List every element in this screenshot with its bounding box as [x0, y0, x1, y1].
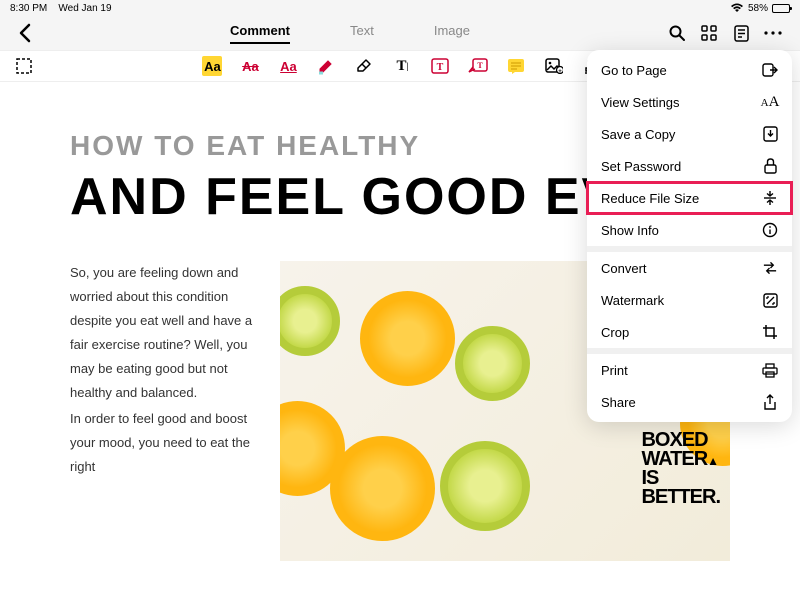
nav-tabs: Comment Text Image	[32, 23, 668, 44]
search-icon[interactable]	[668, 24, 686, 42]
tab-image[interactable]: Image	[434, 23, 470, 44]
convert-icon	[762, 260, 778, 276]
menu-item-label: Show Info	[601, 223, 659, 238]
menu-item-label: Watermark	[601, 293, 664, 308]
menu-item-crop[interactable]: Crop	[587, 316, 792, 348]
doc-para2: In order to feel good and boost your moo…	[70, 407, 260, 479]
nav-actions	[668, 24, 782, 42]
reduce-icon	[762, 190, 778, 206]
textbox-icon[interactable]: T	[430, 56, 450, 76]
underline-icon[interactable]: Aa	[278, 56, 298, 76]
text-icon[interactable]: T|	[392, 56, 412, 76]
menu-item-show-info[interactable]: Show Info	[587, 214, 792, 246]
strikethrough-icon[interactable]: Aa	[240, 56, 260, 76]
menu-item-set-password[interactable]: Set Password	[587, 150, 792, 182]
svg-text:+: +	[559, 69, 563, 74]
more-menu: Go to Page View Settings AA Save a Copy Set …	[587, 50, 792, 422]
status-bar: 8:30 PM Wed Jan 19 58%	[0, 0, 800, 16]
menu-item-label: View Settings	[601, 95, 680, 110]
menu-item-label: Convert	[601, 261, 647, 276]
menu-item-label: Share	[601, 395, 636, 410]
wifi-icon	[730, 3, 744, 13]
print-icon	[762, 362, 778, 378]
menu-item-share[interactable]: Share	[587, 386, 792, 418]
info-icon	[762, 222, 778, 238]
status-left: 8:30 PM Wed Jan 19	[10, 3, 112, 14]
svg-text:T: T	[478, 61, 484, 70]
menu-item-label: Save a Copy	[601, 127, 675, 142]
grid-icon[interactable]	[700, 24, 718, 42]
image-insert-icon[interactable]: +	[544, 56, 564, 76]
status-right: 58%	[730, 3, 790, 14]
menu-item-label: Crop	[601, 325, 629, 340]
menu-item-label: Set Password	[601, 159, 681, 174]
status-time: 8:30 PM	[10, 3, 47, 14]
crop-icon	[762, 324, 778, 340]
menu-item-print[interactable]: Print	[587, 348, 792, 386]
menu-item-view-settings[interactable]: View Settings AA	[587, 86, 792, 118]
tab-text[interactable]: Text	[350, 23, 374, 44]
doc-body: So, you are feeling down and worried abo…	[70, 261, 260, 561]
eraser-icon[interactable]	[354, 56, 374, 76]
menu-item-convert[interactable]: Convert	[587, 246, 792, 284]
share-icon	[762, 394, 778, 410]
menu-item-save-a-copy[interactable]: Save a Copy	[587, 118, 792, 150]
battery-percent: 58%	[748, 3, 768, 14]
highlight-icon[interactable]: Aa	[202, 56, 222, 76]
status-date: Wed Jan 19	[58, 3, 111, 14]
note-icon[interactable]	[506, 56, 526, 76]
viewsettings-icon: AA	[762, 94, 778, 110]
menu-item-reduce-file-size[interactable]: Reduce File Size	[587, 182, 792, 214]
goto-icon	[762, 62, 778, 78]
menu-item-go-to-page[interactable]: Go to Page	[587, 54, 792, 86]
menu-item-label: Print	[601, 363, 628, 378]
more-icon[interactable]	[764, 24, 782, 42]
svg-text:T: T	[437, 62, 444, 73]
doc-para1: So, you are feeling down and worried abo…	[70, 261, 260, 405]
tab-comment[interactable]: Comment	[230, 23, 290, 44]
back-button[interactable]	[18, 23, 32, 43]
save-icon	[762, 126, 778, 142]
box-label: BOXED WATER▲ IS BETTER.	[641, 431, 720, 507]
callout-icon[interactable]: T	[468, 56, 488, 76]
page-icon[interactable]	[732, 24, 750, 42]
nav-bar: Comment Text Image	[0, 16, 800, 50]
watermark-icon	[762, 292, 778, 308]
menu-item-watermark[interactable]: Watermark	[587, 284, 792, 316]
menu-item-label: Reduce File Size	[601, 191, 699, 206]
menu-item-label: Go to Page	[601, 63, 667, 78]
marker-icon[interactable]	[316, 56, 336, 76]
lock-icon	[762, 158, 778, 174]
battery-icon	[772, 4, 790, 13]
select-icon[interactable]	[14, 56, 34, 76]
